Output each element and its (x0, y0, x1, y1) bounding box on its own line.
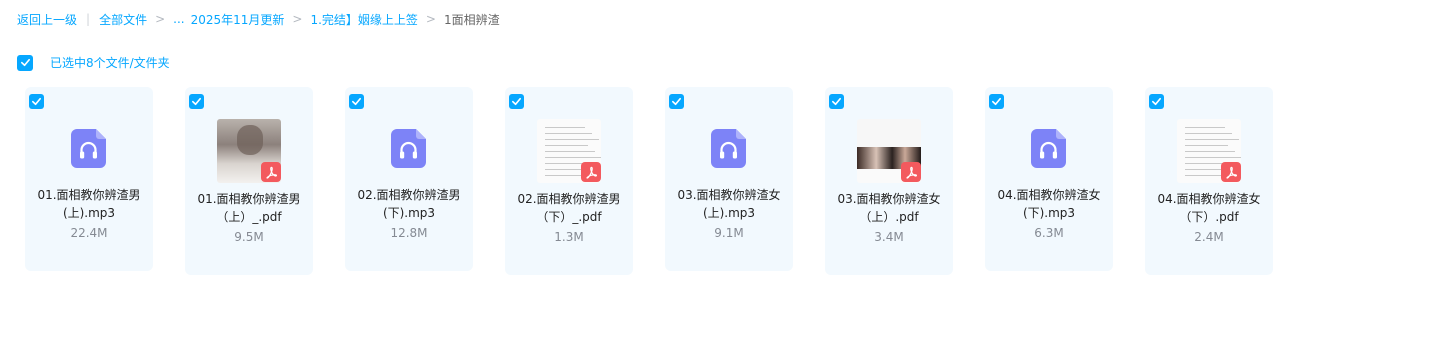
file-checkbox[interactable] (989, 94, 1004, 109)
headphones-icon (1031, 129, 1066, 168)
file-size: 9.5M (234, 230, 264, 244)
check-icon (1152, 97, 1161, 106)
pdf-icon (901, 162, 921, 182)
check-icon (32, 97, 41, 106)
file-card[interactable]: 01.面相教你辨渣男（上）_.pdf 9.5M (185, 87, 313, 275)
file-checkbox[interactable] (349, 94, 364, 109)
file-size: 3.4M (874, 230, 904, 244)
file-checkbox[interactable] (189, 94, 204, 109)
file-card[interactable]: 01.面相教你辨渣男(上).mp3 22.4M (25, 87, 153, 271)
file-card[interactable]: 02.面相教你辨渣男(下).mp3 12.8M (345, 87, 473, 271)
headphones-icon (71, 129, 106, 168)
check-icon (352, 97, 361, 106)
file-size: 12.8M (390, 226, 428, 240)
check-icon (512, 97, 521, 106)
check-icon (992, 97, 1001, 106)
file-size: 22.4M (70, 226, 108, 240)
file-checkbox[interactable] (1149, 94, 1164, 109)
file-name[interactable]: 04.面相教你辨渣女（下）.pdf (1153, 190, 1265, 226)
check-icon (832, 97, 841, 106)
file-checkbox[interactable] (829, 94, 844, 109)
file-checkbox[interactable] (669, 94, 684, 109)
file-card[interactable]: 02.面相教你辨渣男（下）_.pdf 1.3M (505, 87, 633, 275)
file-size: 9.1M (714, 226, 744, 240)
file-size: 1.3M (554, 230, 584, 244)
check-icon (672, 97, 681, 106)
file-name[interactable]: 04.面相教你辨渣女(下).mp3 (993, 186, 1105, 222)
file-name[interactable]: 02.面相教你辨渣男(下).mp3 (353, 186, 465, 222)
file-name[interactable]: 01.面相教你辨渣男(上).mp3 (33, 186, 145, 222)
file-card[interactable]: 04.面相教你辨渣女(下).mp3 6.3M (985, 87, 1113, 271)
file-size: 6.3M (1034, 226, 1064, 240)
pdf-icon (1221, 162, 1241, 182)
file-card[interactable]: 03.面相教你辨渣女(上).mp3 9.1M (665, 87, 793, 271)
headphones-icon (391, 129, 426, 168)
headphones-icon (711, 129, 746, 168)
file-grid: 01.面相教你辨渣男(上).mp3 22.4M 01.面相教你辨渣男（上）_.pdf… (0, 0, 1443, 337)
pdf-icon (261, 162, 281, 182)
file-card[interactable]: 03.面相教你辨渣女（上）.pdf 3.4M (825, 87, 953, 275)
file-size: 2.4M (1194, 230, 1224, 244)
pdf-icon (581, 162, 601, 182)
file-name[interactable]: 03.面相教你辨渣女(上).mp3 (673, 186, 785, 222)
file-name[interactable]: 02.面相教你辨渣男（下）_.pdf (513, 190, 625, 226)
file-name[interactable]: 03.面相教你辨渣女（上）.pdf (833, 190, 945, 226)
file-card[interactable]: 04.面相教你辨渣女（下）.pdf 2.4M (1145, 87, 1273, 275)
file-checkbox[interactable] (29, 94, 44, 109)
file-checkbox[interactable] (509, 94, 524, 109)
check-icon (192, 97, 201, 106)
file-name[interactable]: 01.面相教你辨渣男（上）_.pdf (193, 190, 305, 226)
